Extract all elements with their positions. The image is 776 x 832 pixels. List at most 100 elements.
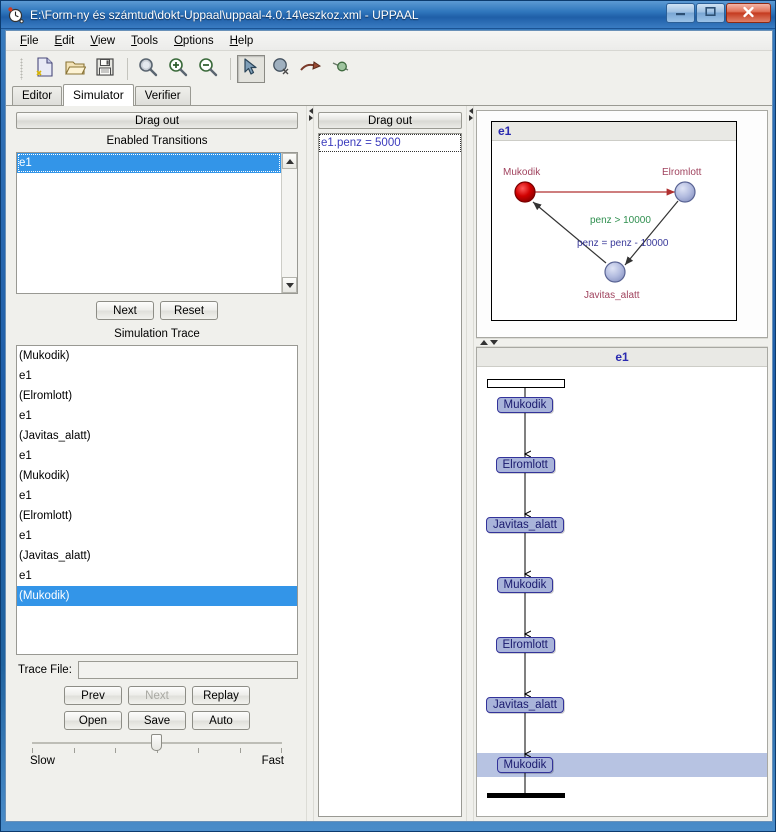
msc-title: e1 [477,348,767,367]
node-label-javitas-alatt: Javitas_alatt [584,290,640,301]
list-item[interactable]: e1 [17,526,297,546]
splitter-right[interactable] [466,106,474,821]
zoom-button[interactable] [134,55,162,83]
edge-javitas-mukodik [532,201,607,264]
tab-verifier[interactable]: Verifier [134,86,191,105]
next-transition-button[interactable]: Next [96,301,154,320]
msc-state-box[interactable]: Mukodik [496,577,554,593]
msc-state-box[interactable]: Javitas_alatt [486,517,564,533]
scroll-down-button[interactable] [282,277,297,293]
list-item[interactable]: e1 [17,446,297,466]
drag-out-variables-button[interactable]: Drag out [318,112,462,129]
new-file-button[interactable] [31,55,59,83]
trace-file-label: Trace File: [18,664,72,676]
auto-button[interactable]: Auto [192,711,250,730]
msc-state-box[interactable]: Javitas_alatt [486,697,564,713]
msc-canvas[interactable]: Mukodik Elromlott Javitas_alatt Mukodik Elro… [477,367,767,816]
list-item[interactable]: (Mukodik) [17,346,297,366]
list-item[interactable]: (Mukodik) [17,466,297,486]
list-item[interactable]: e1 [17,366,297,386]
enabled-transitions-list[interactable]: e1 [16,152,298,294]
msc-end-bar [487,793,565,798]
save-trace-button[interactable]: Save [128,711,186,730]
menu-label: iew [97,34,116,47]
splitter-right-arrows[interactable] [467,108,475,126]
menu-file[interactable]: File [12,33,47,49]
tab-editor[interactable]: Editor [12,86,63,105]
open-file-button[interactable] [61,55,89,83]
chevron-left-icon[interactable] [309,108,313,114]
chevron-right-icon[interactable] [309,115,313,121]
title-bar[interactable]: E:\Form-ny és számtud\dokt-Uppaal\uppaal… [1,1,775,29]
add-nail-icon [330,56,352,81]
minimize-button[interactable] [666,3,695,23]
simulation-trace-list[interactable]: (Mukodik) e1 (Elromlott) e1 (Javitas_alatt) e… [16,345,298,655]
select-tool-button[interactable] [237,54,265,83]
splitter-left-arrows[interactable] [307,108,315,126]
automaton-canvas[interactable]: e1 Mukodik Elromlott Javitas_alatt penz … [491,121,737,321]
menu-tools[interactable]: Tools [123,33,166,49]
toolbar-grip[interactable] [20,57,23,80]
zoom-out-button[interactable] [194,55,222,83]
chevron-down-icon[interactable] [490,340,498,345]
right-pane: e1 Mukodik Elromlott Javitas_alatt penz … [474,106,772,821]
list-item[interactable]: e1 [17,566,297,586]
scroll-up-button[interactable] [282,153,297,169]
close-button[interactable] [726,3,771,23]
slider-end-labels: Slow Fast [30,753,284,767]
add-nail-button[interactable] [327,55,355,83]
list-item[interactable]: e1.penz = 5000 [319,134,461,152]
toolbar-separator-2 [230,57,231,80]
slider-thumb[interactable] [151,734,162,751]
drag-out-transitions-button[interactable]: Drag out [16,112,298,129]
automaton-viewer[interactable]: e1 Mukodik Elromlott Javitas_alatt penz … [476,110,768,338]
menu-help[interactable]: Help [222,33,262,49]
msc-state-box[interactable]: Elromlott [495,457,555,473]
variables-list[interactable]: e1.penz = 5000 [318,133,462,817]
list-item[interactable]: e1 [17,153,281,173]
open-trace-button[interactable]: Open [64,711,122,730]
new-file-icon [34,56,56,81]
list-item[interactable]: e1 [17,406,297,426]
enabled-transitions-items: e1 [17,153,281,293]
list-item[interactable]: (Elromlott) [17,386,297,406]
list-item[interactable]: e1 [17,486,297,506]
menu-options[interactable]: Options [166,33,222,49]
chevron-left-icon[interactable] [469,108,473,114]
zoom-in-button[interactable] [164,55,192,83]
msc-state-box[interactable]: Mukodik [496,397,554,413]
list-item[interactable]: (Javitas_alatt) [17,426,297,446]
chevron-up-icon[interactable] [480,340,488,345]
prev-button[interactable]: Prev [64,686,122,705]
reset-button[interactable]: Reset [160,301,218,320]
trace-file-input[interactable] [77,661,298,679]
save-disk-icon [94,56,116,81]
list-item[interactable]: (Javitas_alatt) [17,546,297,566]
chevron-right-icon[interactable] [469,115,473,121]
zoom-icon [137,56,159,81]
add-edge-button[interactable] [297,55,325,83]
replay-button[interactable]: Replay [192,686,250,705]
menu-edit[interactable]: Edit [47,33,83,49]
maximize-button[interactable] [696,3,725,23]
enabled-transitions-scrollbar[interactable] [281,153,297,293]
tab-simulator[interactable]: Simulator [63,84,134,106]
simulation-trace-items: (Mukodik) e1 (Elromlott) e1 (Javitas_alatt) e… [17,346,297,654]
msc-state-box[interactable]: Mukodik [496,757,554,773]
menu-label: ools [136,34,158,47]
speed-slider[interactable]: Slow Fast [16,732,298,767]
slider-track[interactable] [32,734,282,751]
automaton-graph[interactable]: Mukodik Elromlott Javitas_alatt penz > 1… [492,141,736,321]
message-sequence-chart[interactable]: e1 Mukodik Elromlott Javitas_alatt Mukodik E… [476,347,768,817]
toolbar [6,51,772,86]
list-item[interactable]: (Mukodik) [17,586,297,606]
add-location-icon [270,56,292,81]
menu-view[interactable]: View [82,33,123,49]
msc-state-box[interactable]: Elromlott [495,637,555,653]
save-file-button[interactable] [91,55,119,83]
edge-guard-label: penz > 10000 [590,215,651,226]
splitter-horizontal[interactable] [476,338,768,347]
list-item[interactable]: (Elromlott) [17,506,297,526]
add-location-button[interactable] [267,55,295,83]
splitter-left[interactable] [306,106,314,821]
